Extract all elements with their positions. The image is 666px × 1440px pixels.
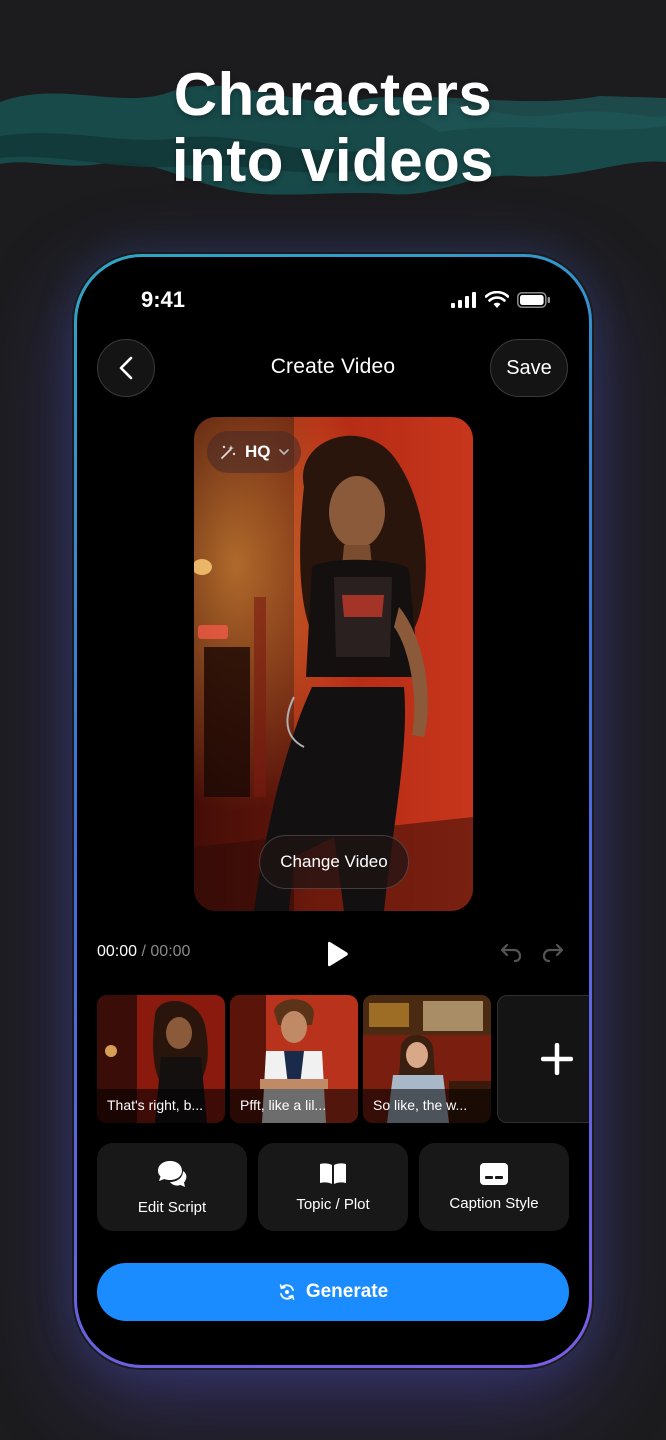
play-icon[interactable] [325,941,349,967]
sparkle-wand-icon [221,445,236,459]
time-separator: / [141,943,146,960]
generate-button[interactable]: Generate [97,1263,569,1321]
headline-line-1: Characters [173,61,493,128]
status-time: 9:41 [141,287,186,312]
clip-thumbnail[interactable]: So like, the w... [363,995,491,1123]
redo-icon[interactable] [541,941,565,963]
tool-label: Caption Style [449,1194,539,1212]
add-clip-button[interactable] [497,995,589,1123]
headline: Characters into videos [0,62,666,194]
video-preview[interactable]: HQ Change Video [194,417,473,911]
edit-script-button[interactable]: Edit Script [97,1143,247,1231]
wifi-icon [485,291,509,308]
clip-caption: That's right, b... [97,1089,225,1123]
quality-label: HQ [245,442,271,461]
headline-line-2: into videos [171,127,495,194]
tool-label: Topic / Plot [296,1195,370,1213]
chat-bubbles-icon [158,1160,187,1187]
generate-label: Generate [305,1281,389,1302]
caption-icon [480,1162,508,1185]
phone-frame: 9:41 Create Video Save HQ Change Video 0… [74,254,592,1368]
caption-style-button[interactable]: Caption Style [419,1143,569,1231]
generate-icon [279,1284,295,1300]
cellular-signal-icon [451,292,476,308]
phone-screen: 9:41 Create Video Save HQ Change Video 0… [77,257,589,1365]
timecode: 00:00 / 00:00 [97,943,190,961]
undo-icon[interactable] [499,941,523,963]
clip-caption: So like, the w... [363,1089,491,1123]
total-duration: 00:00 [150,943,191,960]
clip-timeline: That's right, b... Pfft, like a lil... S… [97,995,589,1123]
open-book-icon [320,1162,346,1184]
quality-selector[interactable]: HQ [207,431,301,473]
plus-icon [541,1043,573,1075]
change-video-button[interactable]: Change Video [259,835,409,889]
tool-label: Edit Script [137,1198,207,1216]
status-icons [451,291,551,309]
battery-icon [517,292,550,308]
current-time: 00:00 [97,943,138,960]
clip-thumbnail[interactable]: That's right, b... [97,995,225,1123]
clip-caption: Pfft, like a lil... [230,1089,358,1123]
chevron-down-icon [278,449,289,455]
save-button[interactable]: Save [490,339,568,397]
topic-plot-button[interactable]: Topic / Plot [258,1143,408,1231]
clip-thumbnail[interactable]: Pfft, like a lil... [230,995,358,1123]
